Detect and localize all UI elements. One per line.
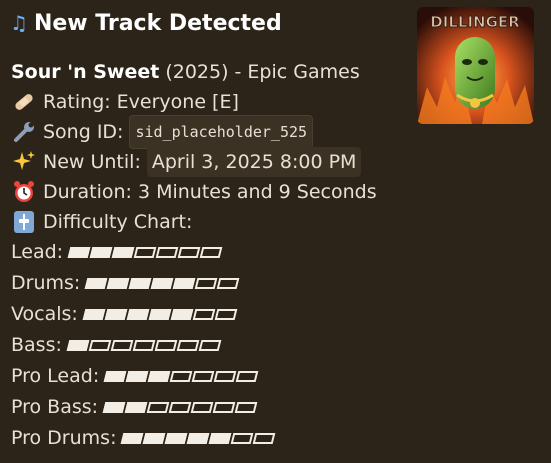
difficulty-block-filled — [111, 246, 135, 258]
music-note-icon: ♫ — [10, 11, 28, 35]
difficulty-block-empty — [235, 370, 259, 382]
difficulty-block-empty — [132, 339, 156, 351]
duration-line: Duration: 3 Minutes and 9 Seconds — [11, 177, 377, 207]
difficulty-block-filled — [84, 277, 108, 289]
difficulty-block-filled — [104, 308, 128, 320]
rating-value: Everyone [E] — [116, 91, 239, 113]
embed-title: ♫ New Track Detected — [10, 8, 282, 38]
difficulty-block-empty — [234, 401, 258, 413]
duration-label: Duration: — [43, 181, 132, 203]
song-id-code[interactable]: sid_placeholder_525 — [129, 115, 314, 149]
difficulty-block-empty — [88, 339, 112, 351]
difficulty-row: Bass: — [11, 330, 222, 360]
difficulty-block-empty — [212, 401, 236, 413]
difficulty-block-filled — [67, 246, 91, 258]
difficulty-block-filled — [102, 401, 126, 413]
difficulty-bars — [66, 339, 222, 351]
new-until-timestamp[interactable]: April 3, 2025 8:00 PM — [146, 147, 362, 177]
difficulty-block-filled — [147, 370, 171, 382]
difficulty-block-empty — [198, 339, 222, 351]
difficulty-label: Vocals: — [11, 303, 78, 325]
difficulty-block-empty — [154, 339, 178, 351]
difficulty-row: Lead: — [11, 237, 223, 267]
difficulty-bars — [84, 277, 240, 289]
difficulty-label: Pro Lead: — [11, 365, 100, 387]
alarm-clock-icon — [14, 181, 34, 202]
difficulty-label: Drums: — [11, 272, 81, 294]
difficulty-header-line: Difficulty Chart: — [11, 207, 192, 237]
difficulty-bars — [102, 401, 258, 413]
difficulty-block-filled — [150, 277, 174, 289]
difficulty-block-filled — [126, 308, 150, 320]
difficulty-block-empty — [155, 246, 179, 258]
bandage-icon — [15, 94, 33, 110]
difficulty-block-empty — [216, 277, 240, 289]
album-art[interactable]: DILLINGER — [417, 7, 534, 124]
difficulty-block-empty — [231, 432, 254, 444]
new-until-label: New Until: — [43, 151, 141, 173]
title-text: New Track Detected — [33, 10, 282, 36]
difficulty-block-empty — [253, 432, 276, 444]
rating-label: Rating: — [43, 91, 111, 113]
difficulty-block-filled — [66, 339, 90, 351]
difficulty-label: Bass: — [11, 334, 62, 356]
difficulty-block-empty — [192, 308, 216, 320]
difficulty-header: Difficulty Chart: — [43, 211, 193, 233]
difficulty-block-empty — [146, 401, 170, 413]
difficulty-bars — [121, 432, 276, 444]
difficulty-block-filled — [165, 432, 188, 444]
cover-logo: DILLINGER — [430, 13, 520, 31]
difficulty-label: Lead: — [11, 241, 64, 263]
wrench-icon — [14, 122, 34, 142]
difficulty-block-filled — [89, 246, 113, 258]
track-line: Sour 'n Sweet (2025) - Epic Games — [11, 57, 360, 87]
song-id-line: Song ID: sid_placeholder_525 — [11, 115, 314, 149]
song-id-label: Song ID: — [43, 121, 124, 143]
difficulty-block-empty — [190, 401, 214, 413]
duration-value: 3 Minutes and 9 Seconds — [137, 181, 377, 203]
difficulty-block-empty — [133, 246, 157, 258]
difficulty-label: Pro Drums: — [11, 427, 117, 449]
difficulty-block-filled — [121, 432, 144, 444]
new-until-line: New Until: April 3, 2025 8:00 PM — [11, 147, 362, 177]
level-slider-icon — [14, 211, 34, 233]
difficulty-block-empty — [168, 401, 192, 413]
difficulty-block-empty — [194, 277, 218, 289]
difficulty-block-empty — [177, 246, 201, 258]
difficulty-block-filled — [124, 401, 148, 413]
difficulty-block-filled — [170, 308, 194, 320]
difficulty-block-filled — [172, 277, 196, 289]
difficulty-label: Pro Bass: — [11, 396, 99, 418]
difficulty-row: Pro Bass: — [11, 392, 258, 422]
difficulty-block-filled — [187, 432, 210, 444]
rating-line: Rating: Everyone [E] — [11, 87, 239, 117]
difficulty-block-filled — [209, 432, 232, 444]
difficulty-block-filled — [106, 277, 130, 289]
difficulty-block-empty — [169, 370, 193, 382]
difficulty-block-empty — [214, 308, 238, 320]
difficulty-row: Drums: — [11, 268, 240, 298]
difficulty-block-empty — [191, 370, 215, 382]
difficulty-block-filled — [103, 370, 127, 382]
track-name: Sour 'n Sweet — [11, 61, 160, 83]
sparkles-icon — [13, 151, 35, 170]
difficulty-block-empty — [199, 246, 223, 258]
difficulty-bars — [103, 370, 259, 382]
difficulty-row: Pro Lead: — [11, 361, 259, 391]
track-embed: ♫ New Track Detected DILLINGER Sour 'n S… — [0, 0, 551, 463]
difficulty-block-filled — [148, 308, 172, 320]
difficulty-block-filled — [128, 277, 152, 289]
difficulty-block-empty — [176, 339, 200, 351]
difficulty-block-filled — [143, 432, 166, 444]
difficulty-bars — [82, 308, 238, 320]
difficulty-row: Pro Drums: — [11, 423, 276, 453]
difficulty-block-empty — [213, 370, 237, 382]
difficulty-bars — [67, 246, 223, 258]
difficulty-block-empty — [110, 339, 134, 351]
difficulty-block-filled — [125, 370, 149, 382]
difficulty-block-filled — [82, 308, 106, 320]
difficulty-row: Vocals: — [11, 299, 238, 329]
track-meta: (2025) - Epic Games — [165, 61, 360, 83]
